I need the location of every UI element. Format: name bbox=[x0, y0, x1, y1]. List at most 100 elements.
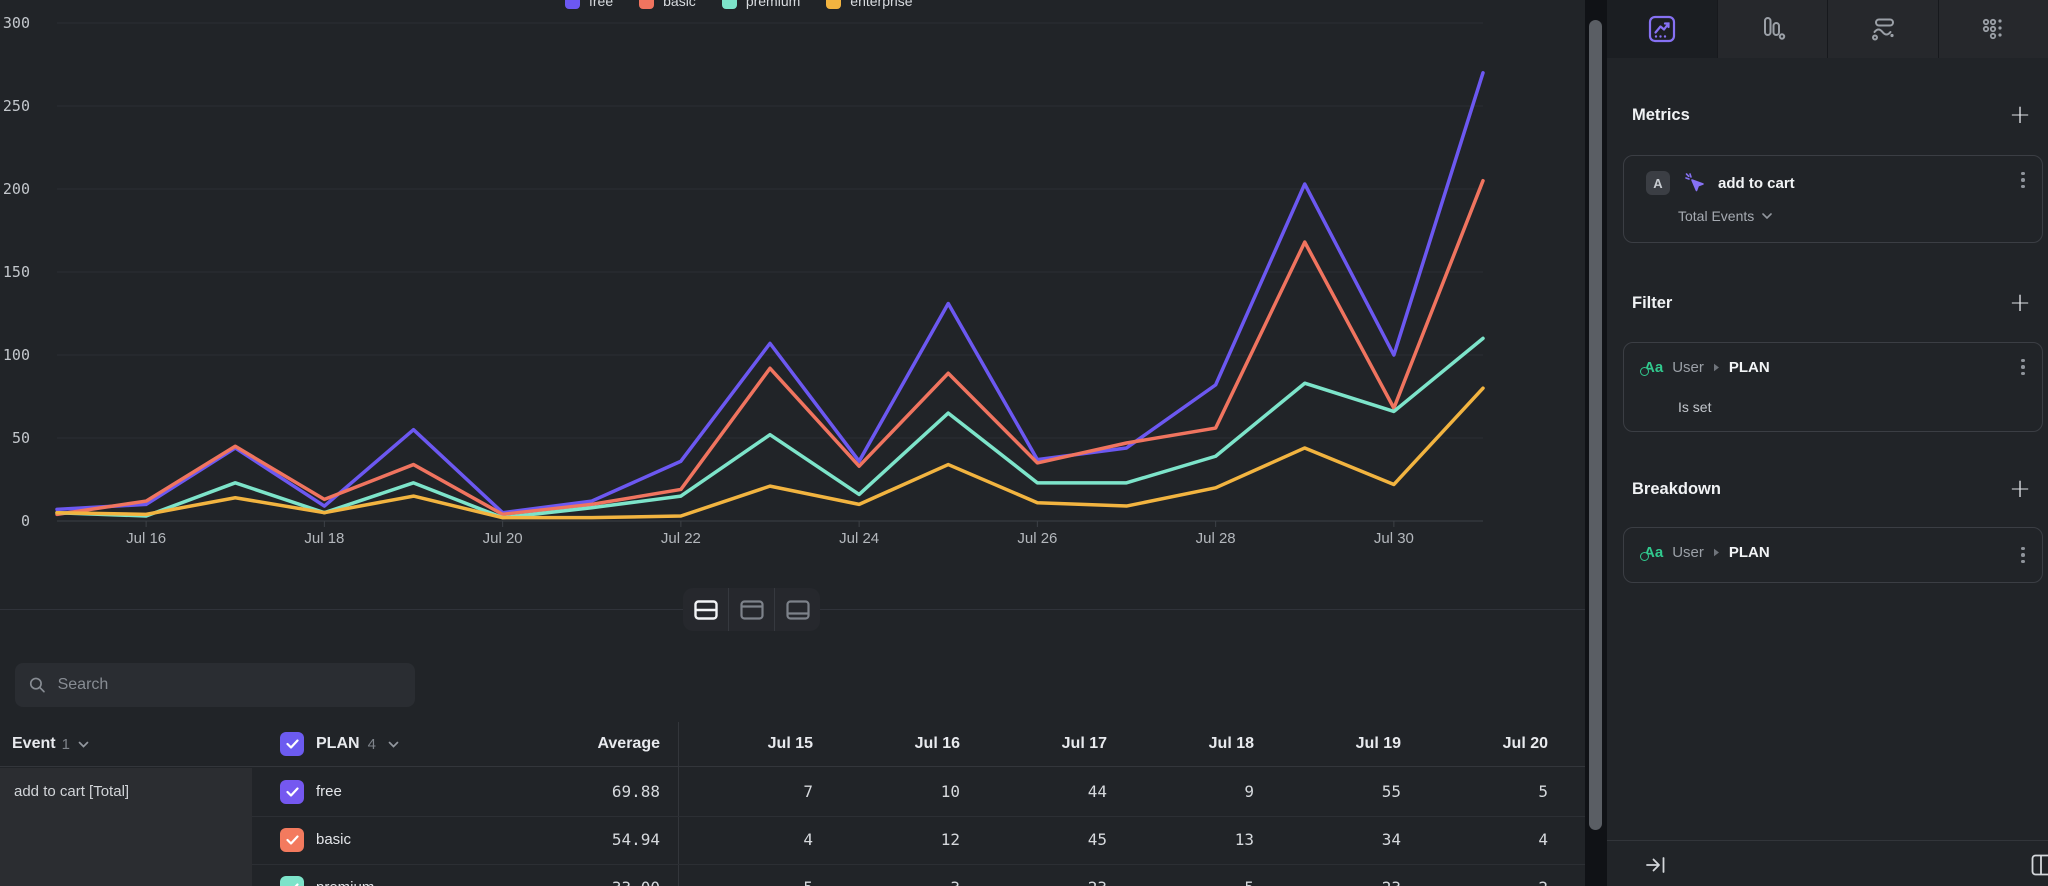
series-line-enterprise[interactable] bbox=[57, 388, 1483, 517]
breakdown-options-kebab-icon[interactable] bbox=[2014, 545, 2032, 565]
series-line-premium[interactable] bbox=[57, 338, 1483, 517]
row-cell-value: 2 bbox=[1415, 864, 1548, 886]
layout-split-rows-button[interactable] bbox=[683, 588, 728, 631]
search-box[interactable] bbox=[15, 663, 415, 707]
tab-bar-chart[interactable] bbox=[1717, 0, 1828, 58]
date-column-header: Jul 16 bbox=[827, 722, 960, 766]
row-cell-value: 4 bbox=[680, 816, 813, 864]
event-names-column: add to cart [Total] bbox=[0, 768, 252, 886]
y-axis-tick-label: 250 bbox=[3, 97, 30, 115]
add-breakdown-button[interactable]: + bbox=[2007, 476, 2033, 502]
filter-property: PLAN bbox=[1729, 359, 1770, 376]
breakdown-section-title: Breakdown bbox=[1632, 480, 1721, 499]
x-axis-tick-label: Jul 20 bbox=[483, 530, 523, 547]
filter-operator: Is set bbox=[1678, 399, 1711, 415]
tab-grid-dots[interactable] bbox=[1938, 0, 2048, 58]
x-axis-tick-label: Jul 24 bbox=[839, 530, 879, 547]
y-axis-tick-label: 300 bbox=[3, 14, 30, 32]
tab-line-chart[interactable] bbox=[1607, 0, 1717, 58]
check-icon bbox=[286, 835, 299, 845]
chevron-down-icon bbox=[388, 741, 399, 748]
row-cell-value: 5 bbox=[1121, 864, 1254, 886]
row-label: premium bbox=[316, 864, 374, 886]
row-label: free bbox=[316, 768, 342, 816]
y-axis-tick-label: 0 bbox=[21, 512, 30, 530]
row-cell-value: 12 bbox=[827, 816, 960, 864]
y-axis-tick-label: 50 bbox=[12, 429, 30, 447]
chevron-right-icon bbox=[1713, 363, 1720, 372]
plan-column-header[interactable]: PLAN 4 bbox=[280, 722, 399, 766]
panel-columns-icon[interactable] bbox=[2031, 854, 2048, 876]
breakdown-card[interactable]: Aa User PLAN bbox=[1623, 527, 2043, 583]
row-divider bbox=[252, 816, 1585, 817]
plan-header-checkbox[interactable] bbox=[280, 732, 304, 756]
metric-aggregation-dropdown[interactable]: Total Events bbox=[1678, 208, 1772, 224]
layout-top-panel-button[interactable] bbox=[728, 588, 774, 631]
chevron-down-icon bbox=[1762, 213, 1772, 219]
premium-row-checkbox[interactable] bbox=[280, 876, 304, 886]
layout-switcher bbox=[683, 588, 820, 631]
series-line-free[interactable] bbox=[57, 73, 1483, 513]
row-cell-value: 10 bbox=[827, 768, 960, 816]
row-cell-value: 5 bbox=[680, 864, 813, 886]
row-cell-value: 44 bbox=[974, 768, 1107, 816]
filter-card[interactable]: Aa User PLAN Is set bbox=[1623, 342, 2043, 432]
x-axis-tick-label: Jul 26 bbox=[1017, 530, 1057, 547]
metric-card[interactable]: A add to cart Total Events bbox=[1623, 155, 2043, 243]
layout-bottom-panel-button[interactable] bbox=[774, 588, 820, 631]
row-cell-value: 4 bbox=[1415, 816, 1548, 864]
add-filter-button[interactable]: + bbox=[2007, 290, 2033, 316]
scrollbar-thumb[interactable] bbox=[1589, 20, 1602, 830]
row-average-value: 54.94 bbox=[480, 816, 660, 864]
date-column-header: Jul 18 bbox=[1121, 722, 1254, 766]
plan-column-label: PLAN bbox=[316, 735, 360, 753]
row-divider bbox=[252, 864, 1585, 865]
date-column-header: Jul 15 bbox=[680, 722, 813, 766]
date-column-header: Jul 19 bbox=[1268, 722, 1401, 766]
main-content-area: freebasicpremiumenterprise 0501001502002… bbox=[0, 0, 1585, 886]
row-cell-value: 34 bbox=[1268, 816, 1401, 864]
flow-chart-icon bbox=[1868, 14, 1898, 44]
table-header-divider bbox=[0, 766, 1585, 767]
bar-chart-icon bbox=[1757, 14, 1787, 44]
row-cell-value: 13 bbox=[1121, 816, 1254, 864]
filter-options-kebab-icon[interactable] bbox=[2014, 357, 2032, 377]
tab-flow-chart[interactable] bbox=[1827, 0, 1938, 58]
x-axis-tick-label: Jul 16 bbox=[126, 530, 166, 547]
row-average-value: 69.88 bbox=[480, 768, 660, 816]
row-cell-value: 7 bbox=[680, 768, 813, 816]
breakdown-scope: User bbox=[1672, 544, 1704, 561]
y-axis-tick-label: 100 bbox=[3, 346, 30, 364]
x-axis-tick-label: Jul 28 bbox=[1196, 530, 1236, 547]
text-property-icon: Aa bbox=[1644, 359, 1663, 376]
metric-event-name: add to cart bbox=[1718, 175, 1795, 192]
search-input[interactable] bbox=[58, 676, 401, 694]
metric-options-kebab-icon[interactable] bbox=[2014, 170, 2032, 190]
row-cell-value: 55 bbox=[1268, 768, 1401, 816]
metrics-section-title: Metrics bbox=[1632, 106, 1690, 125]
free-row-checkbox[interactable] bbox=[280, 780, 304, 804]
average-dates-divider bbox=[678, 722, 679, 886]
breakdown-property: PLAN bbox=[1729, 544, 1770, 561]
line-chart-icon bbox=[1647, 14, 1677, 44]
basic-row-checkbox[interactable] bbox=[280, 828, 304, 852]
collapse-panel-icon[interactable] bbox=[1645, 855, 1667, 875]
line-chart[interactable]: 050100150200250300Jul 16Jul 18Jul 20Jul … bbox=[0, 0, 1585, 560]
chart-type-tabbar bbox=[1607, 0, 2048, 58]
cursor-click-icon bbox=[1682, 170, 1708, 196]
filter-scope: User bbox=[1672, 359, 1704, 376]
event-column-count: 1 bbox=[62, 736, 70, 753]
search-icon bbox=[29, 676, 46, 694]
check-icon bbox=[286, 787, 299, 797]
event-column-header[interactable]: Event 1 bbox=[12, 722, 89, 766]
add-metric-button[interactable]: + bbox=[2007, 102, 2033, 128]
date-column-header: Jul 20 bbox=[1415, 722, 1548, 766]
scrollbar-track bbox=[1585, 0, 1607, 886]
chevron-down-icon bbox=[78, 741, 89, 748]
row-average-value: 33.00 bbox=[480, 864, 660, 886]
grid-dots-icon bbox=[1978, 14, 2008, 44]
filter-section-title: Filter bbox=[1632, 294, 1672, 313]
row-cell-value: 45 bbox=[974, 816, 1107, 864]
metric-letter-badge: A bbox=[1646, 171, 1670, 195]
event-row-label[interactable]: add to cart [Total] bbox=[14, 768, 129, 816]
